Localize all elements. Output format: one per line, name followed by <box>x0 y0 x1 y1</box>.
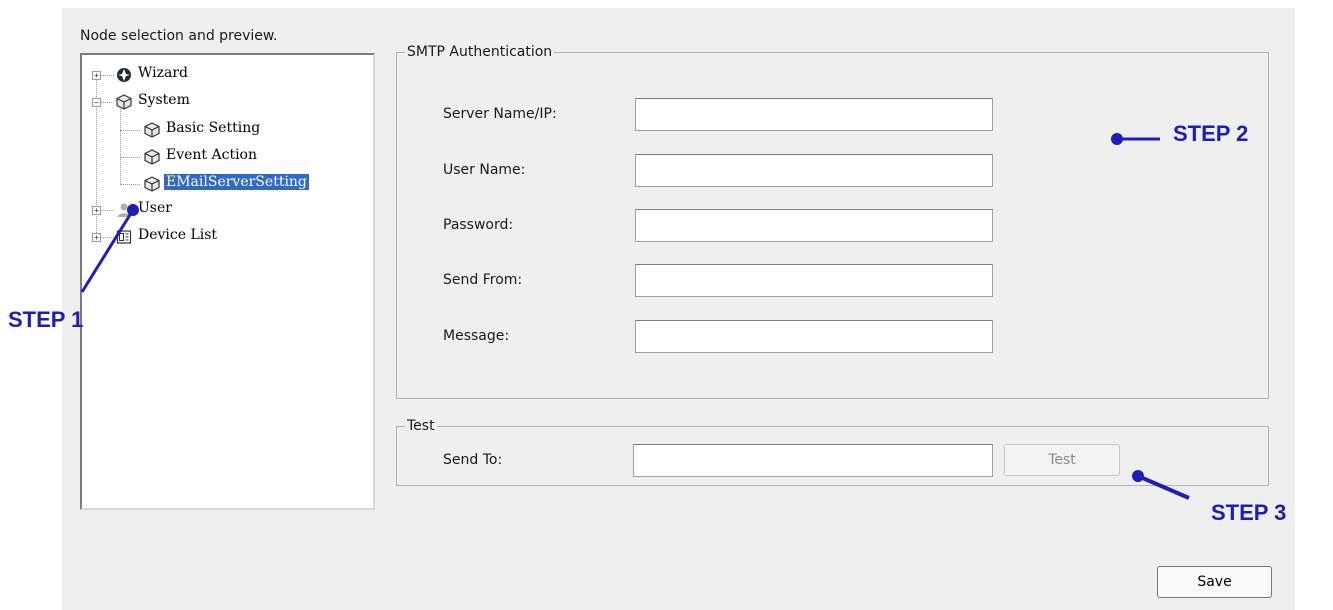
step3-pointer-dot <box>1132 470 1144 482</box>
step3-pointer-line <box>1137 474 1190 500</box>
step3-label: STEP 3 <box>1211 500 1287 525</box>
step2-pointer-dot <box>1111 133 1123 145</box>
step1-pointer-line <box>80 209 135 293</box>
step1-pointer-dot <box>127 204 139 216</box>
step2-label: STEP 2 <box>1173 121 1249 146</box>
annotation-overlay <box>80 133 1190 500</box>
step1-label: STEP 1 <box>8 307 84 332</box>
